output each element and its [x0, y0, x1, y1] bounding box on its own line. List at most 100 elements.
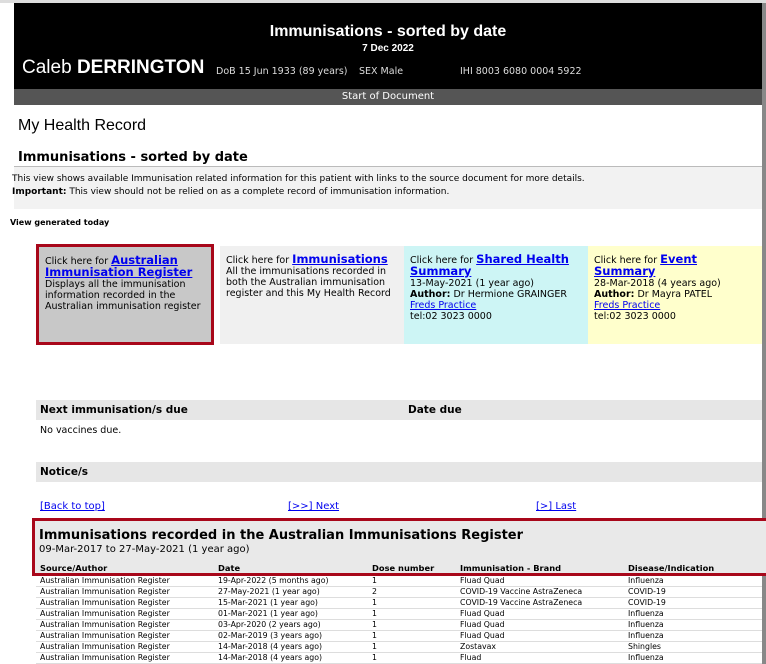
tile-telephone: tel:02 3023 0000	[594, 311, 676, 322]
col-source-author: Source/Author	[40, 563, 108, 573]
patient-ihi: IHI 8003 6080 0004 5922	[460, 66, 582, 77]
back-to-top-link[interactable]: [Back to top]	[40, 501, 105, 512]
author-label: Author:	[594, 289, 635, 300]
cell-dose: 1	[372, 653, 377, 662]
important-text: Important: This view should not be relie…	[12, 187, 449, 197]
date-due-col-title: Date due	[408, 404, 462, 416]
cell-brand: Fluad Quad	[460, 631, 505, 640]
cell-date: 14-Mar-2018 (4 years ago)	[218, 653, 323, 662]
cell-source: Australian Immunisation Register	[40, 642, 170, 651]
cell-disease: Influenza	[628, 653, 664, 662]
air-section-title: Immunisations recorded in the Australian…	[39, 528, 524, 543]
cell-dose: 1	[372, 642, 377, 651]
cell-brand: COVID-19 Vaccine AstraZeneca	[460, 598, 583, 607]
cell-brand: Fluad Quad	[460, 609, 505, 618]
cell-dose: 1	[372, 620, 377, 629]
tile-author: Dr Hermione GRAINGER	[450, 289, 567, 300]
cell-date: 14-Mar-2018 (4 years ago)	[218, 642, 323, 651]
air-date-range: 09-Mar-2017 to 27-May-2021 (1 year ago)	[39, 544, 250, 555]
header-title: Immunisations - sorted by date	[269, 23, 507, 40]
tile-prefix: Click here for	[226, 255, 293, 266]
patient-name: Caleb DERRINGTON	[22, 57, 204, 79]
table-row: Australian Immunisation Register 14-Mar-…	[36, 642, 762, 653]
table-row: Australian Immunisation Register 03-Apr-…	[36, 620, 762, 631]
document-view: Immunisations - sorted by date 7 Dec 202…	[0, 0, 766, 664]
next-due-header: Next immunisation/s due Date due	[36, 400, 762, 420]
info-text: This view shows available Immunisation r…	[12, 174, 585, 184]
tile-telephone: tel:02 3023 0000	[410, 311, 492, 322]
organisation-link[interactable]: Freds Practice	[594, 300, 660, 311]
cell-brand: COVID-19 Vaccine AstraZeneca	[460, 587, 583, 596]
cell-brand: Fluad Quad	[460, 576, 505, 585]
cell-disease: Shingles	[628, 642, 661, 651]
cell-brand: Zostavax	[460, 642, 497, 651]
table-row: Australian Immunisation Register 14-Mar-…	[36, 653, 762, 664]
important-message: This view should not be relied on as a c…	[66, 187, 450, 197]
no-vaccines-message: No vaccines due.	[40, 425, 122, 436]
cell-disease: COVID-19	[628, 598, 666, 607]
cell-source: Australian Immunisation Register	[40, 587, 170, 596]
tile-date: 28-Mar-2018 (4 years ago)	[594, 278, 721, 289]
start-of-document-bar: Start of Document	[14, 89, 762, 105]
col-dose-number: Dose number	[372, 563, 435, 573]
patient-first-name: Caleb	[22, 57, 72, 78]
cell-date: 02-Mar-2019 (3 years ago)	[218, 631, 323, 640]
view-generated-label: View generated today	[10, 218, 110, 227]
last-link[interactable]: [>] Last	[536, 501, 576, 512]
cell-disease: Influenza	[628, 576, 664, 585]
cell-source: Australian Immunisation Register	[40, 653, 170, 662]
cell-date: 19-Apr-2022 (5 months ago)	[218, 576, 329, 585]
notices-title: Notice/s	[40, 466, 89, 478]
tile-immunisations[interactable]: Click here for Immunisations All the imm…	[220, 246, 404, 344]
next-due-col-title: Next immunisation/s due	[40, 404, 188, 416]
cell-source: Australian Immunisation Register	[40, 609, 170, 618]
important-label: Important:	[12, 187, 67, 197]
tile-australian-immunisation-register[interactable]: Click here for Australian Immunisation R…	[36, 244, 214, 345]
tile-description: Displays all the immunisation informatio…	[45, 279, 201, 312]
cell-source: Australian Immunisation Register	[40, 631, 170, 640]
table-header-row: Source/Author Date Dose number Immunisat…	[36, 563, 762, 574]
cell-disease: Influenza	[628, 631, 664, 640]
cell-source: Australian Immunisation Register	[40, 598, 170, 607]
cell-source: Australian Immunisation Register	[40, 620, 170, 629]
col-date: Date	[218, 563, 241, 573]
cell-date: 01-Mar-2021 (1 year ago)	[218, 609, 318, 618]
cell-dose: 2	[372, 587, 377, 596]
cell-source: Australian Immunisation Register	[40, 576, 170, 585]
col-immunisation-brand: Immunisation - Brand	[460, 563, 562, 573]
header-date: 7 Dec 2022	[362, 43, 414, 54]
cell-disease: Influenza	[628, 609, 664, 618]
patient-sex: SEX Male	[359, 66, 404, 77]
tile-description: All the immunisations recorded in both t…	[226, 266, 391, 299]
cell-dose: 1	[372, 609, 377, 618]
cell-dose: 1	[372, 631, 377, 640]
patient-last-name: DERRINGTON	[76, 57, 205, 78]
cell-disease: COVID-19	[628, 587, 666, 596]
organisation-link[interactable]: Freds Practice	[410, 300, 476, 311]
section-title: Immunisations - sorted by date	[18, 150, 248, 165]
table-row: Australian Immunisation Register 15-Mar-…	[36, 598, 762, 609]
document-header: Immunisations - sorted by date 7 Dec 202…	[14, 3, 762, 89]
tile-author: Dr Mayra PATEL	[634, 289, 713, 300]
notices-header: Notice/s	[36, 462, 762, 482]
patient-dob: DoB 15 Jun 1933 (89 years)	[216, 66, 348, 77]
immunisations-link[interactable]: Immunisations	[292, 252, 388, 266]
col-disease-indication: Disease/Indication	[628, 563, 715, 573]
cell-disease: Influenza	[628, 620, 664, 629]
table-row: Australian Immunisation Register 02-Mar-…	[36, 631, 762, 642]
cell-dose: 1	[372, 598, 377, 607]
cell-brand: Fluad	[460, 653, 482, 662]
tile-shared-health-summary[interactable]: Click here for Shared Health Summary 13-…	[404, 246, 588, 344]
cell-date: 03-Apr-2020 (2 years ago)	[218, 620, 321, 629]
author-label: Author:	[410, 289, 451, 300]
cell-date: 15-Mar-2021 (1 year ago)	[218, 598, 318, 607]
cell-brand: Fluad Quad	[460, 620, 505, 629]
table-row: Australian Immunisation Register 19-Apr-…	[36, 576, 762, 587]
page-title: My Health Record	[18, 117, 147, 134]
cell-date: 27-May-2021 (1 year ago)	[218, 587, 320, 596]
next-link[interactable]: [>>] Next	[288, 501, 339, 512]
table-row: Australian Immunisation Register 01-Mar-…	[36, 609, 762, 620]
tile-event-summary[interactable]: Click here for Event Summary 28-Mar-2018…	[588, 246, 762, 344]
tile-date: 13-May-2021 (1 year ago)	[410, 278, 534, 289]
table-row: Australian Immunisation Register 27-May-…	[36, 587, 762, 598]
